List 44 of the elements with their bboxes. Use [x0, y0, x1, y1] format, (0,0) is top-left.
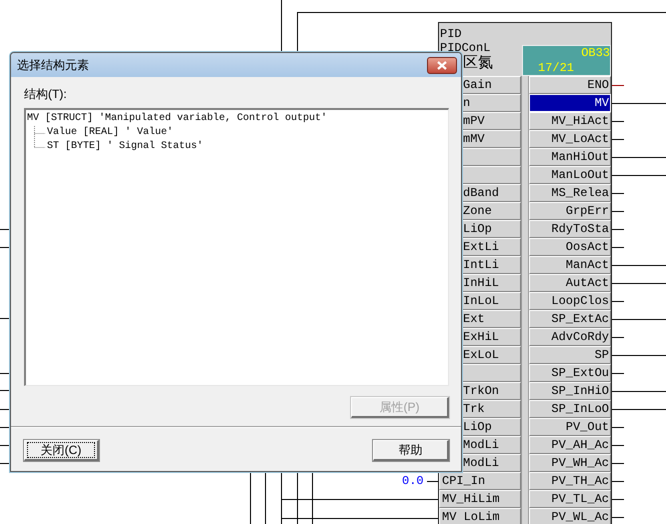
block-header-text: PID [440, 27, 462, 41]
output-pin[interactable]: PV_AH_Ac [529, 436, 611, 454]
output-pin[interactable]: SP_ExtAc [529, 310, 611, 328]
tree-label: 结构(T): [24, 87, 67, 101]
close-button[interactable] [427, 57, 457, 74]
tree-connector-icon [33, 126, 47, 140]
output-pin[interactable]: AdvCoRdy [529, 328, 611, 346]
output-pin[interactable]: PV_WH_Ac [529, 454, 611, 472]
help-button[interactable]: 帮助 [373, 440, 449, 461]
output-pin[interactable]: ENO [529, 76, 611, 94]
output-pin[interactable]: MV_HiAct [529, 112, 611, 130]
output-pin[interactable]: SP_ExtOu [529, 364, 611, 382]
output-pin[interactable]: GrpErr [529, 202, 611, 220]
output-pin[interactable]: RdyToSta [529, 220, 611, 238]
output-pin[interactable]: OosAct [529, 238, 611, 256]
output-pin[interactable]: PV_Out [529, 418, 611, 436]
block-header-text: PIDConL [440, 41, 490, 55]
output-pin[interactable]: LoopClos [529, 292, 611, 310]
ob-label: OB33 [581, 47, 610, 60]
output-pin[interactable]: ManAct [529, 256, 611, 274]
tree-item[interactable]: Value [REAL] ' Value' [47, 126, 174, 140]
tree-item[interactable]: MV [STRUCT] 'Manipulated variable, Control output' [26, 112, 328, 126]
input-pin[interactable]: MV LoLim [439, 508, 521, 524]
output-pin[interactable]: PV_TH_Ac [529, 472, 611, 490]
window-title: 选择结构元素 [17, 57, 89, 73]
output-pin[interactable]: ManLoOut [529, 166, 611, 184]
input-pin[interactable]: MV_HiLim [439, 490, 521, 508]
block-header-text: 区氮 [463, 53, 493, 71]
output-pin[interactable]: MS_Relea [529, 184, 611, 202]
output-pin[interactable]: MV [529, 94, 611, 112]
input-value: 0.0 [402, 474, 424, 488]
output-pin[interactable]: PV_WL_Ac [529, 508, 611, 524]
output-pin[interactable]: SP_InLoO [529, 400, 611, 418]
output-pin[interactable]: SP_InHiO [529, 382, 611, 400]
output-pin[interactable]: AutAct [529, 274, 611, 292]
output-pin[interactable]: ManHiOut [529, 148, 611, 166]
output-pin[interactable]: MV_LoAct [529, 130, 611, 148]
output-pin[interactable]: SP [529, 346, 611, 364]
input-pin[interactable]: CPI_In [439, 472, 521, 490]
tree-item[interactable]: ST [BYTE] ' Signal Status' [47, 140, 204, 154]
counter-label: 17/21 [538, 62, 574, 75]
close-icon [437, 61, 447, 70]
close-button[interactable]: 关闭(C) [24, 440, 99, 461]
output-pin[interactable]: PV_TL_Ac [529, 490, 611, 508]
